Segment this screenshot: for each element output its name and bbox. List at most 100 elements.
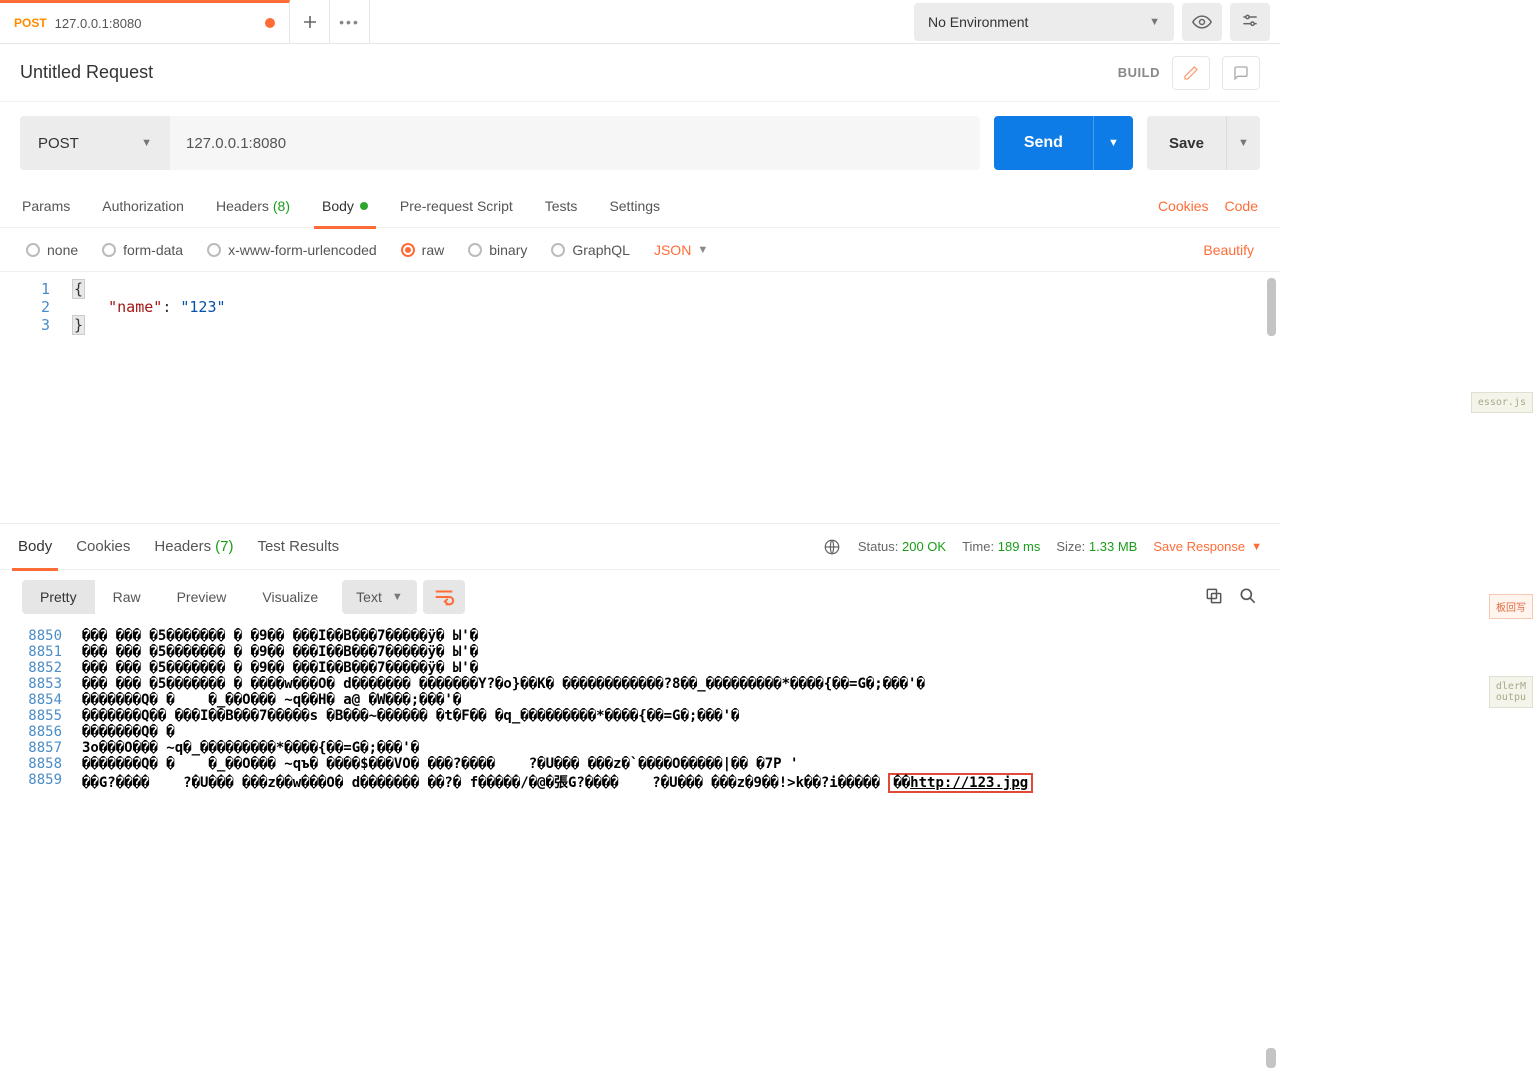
comments-button[interactable] xyxy=(1222,56,1260,90)
globe-icon xyxy=(823,538,841,556)
tab-title: 127.0.0.1:8080 xyxy=(55,16,142,31)
radio-icon xyxy=(102,243,116,257)
bodytype-binary[interactable]: binary xyxy=(468,242,527,258)
save-label: Save xyxy=(1147,135,1226,152)
request-body-editor[interactable]: 1 { 2 "name": "123" 3 } xyxy=(0,272,1280,524)
environment-select[interactable]: No Environment ▼ xyxy=(914,3,1174,41)
bodytype-graphql[interactable]: GraphQL xyxy=(551,242,630,258)
response-scrollbar[interactable] xyxy=(1266,1048,1276,1068)
bodytype-none[interactable]: none xyxy=(26,242,78,258)
headers-label: Headers xyxy=(216,198,269,214)
cookies-link[interactable]: Cookies xyxy=(1158,198,1209,214)
save-response-button[interactable]: Save Response ▼ xyxy=(1153,539,1262,554)
save-dropdown[interactable]: ▼ xyxy=(1226,116,1260,170)
bodytype-raw-label: raw xyxy=(422,242,445,258)
settings-button[interactable] xyxy=(1230,3,1270,41)
bodytype-graphql-label: GraphQL xyxy=(572,242,630,258)
editor-line: "name": "123" xyxy=(72,298,226,316)
save-response-label: Save Response xyxy=(1153,539,1245,554)
bodytype-urlenc-label: x-www-form-urlencoded xyxy=(228,242,377,258)
resp-headers-count: (7) xyxy=(215,538,233,555)
gutter-line: 8854 xyxy=(0,692,82,708)
sliders-icon xyxy=(1240,12,1260,32)
chevron-down-icon: ▼ xyxy=(392,591,403,603)
response-toolbar: Pretty Raw Preview Visualize Text ▼ xyxy=(0,570,1280,624)
radio-icon xyxy=(401,243,415,257)
edit-button[interactable] xyxy=(1172,56,1210,90)
raw-format-select[interactable]: JSON ▼ xyxy=(654,242,708,258)
chevron-down-icon: ▼ xyxy=(697,244,708,256)
response-line: ��� ��� �5������� � �9�� ���I��B���7����… xyxy=(82,628,478,644)
tabs-overflow-button[interactable]: ••• xyxy=(330,0,370,44)
ellipsis-icon: ••• xyxy=(339,14,360,30)
request-title[interactable]: Untitled Request xyxy=(20,62,153,83)
side-panel-fragment: dlerM outpu xyxy=(1489,676,1533,708)
url-row: POST ▼ 127.0.0.1:8080 Send ▼ Save ▼ xyxy=(0,102,1280,184)
chevron-down-icon: ▼ xyxy=(141,137,152,149)
gutter-line: 8857 xyxy=(0,740,82,756)
gutter-line: 8855 xyxy=(0,708,82,724)
gutter-line: 8851 xyxy=(0,644,82,660)
environment-label: No Environment xyxy=(928,14,1028,30)
environment-quicklook-button[interactable] xyxy=(1182,3,1222,41)
beautify-button[interactable]: Beautify xyxy=(1203,242,1254,258)
radio-icon xyxy=(26,243,40,257)
title-row: Untitled Request BUILD xyxy=(0,44,1280,102)
request-tab[interactable]: POST 127.0.0.1:8080 xyxy=(0,0,290,44)
bodytype-raw[interactable]: raw xyxy=(401,242,445,258)
bodytype-binary-label: binary xyxy=(489,242,527,258)
tab-tests[interactable]: Tests xyxy=(545,184,578,228)
raw-format-label: JSON xyxy=(654,242,691,258)
resp-tab-body[interactable]: Body xyxy=(18,524,52,570)
side-panel-fragment: essor.js xyxy=(1471,392,1533,413)
unsaved-dot-icon xyxy=(265,18,275,28)
tab-method: POST xyxy=(14,16,47,30)
url-input[interactable]: 127.0.0.1:8080 xyxy=(170,116,980,170)
view-pretty[interactable]: Pretty xyxy=(22,580,95,614)
resp-headers-label: Headers xyxy=(154,538,211,555)
tab-headers[interactable]: Headers (8) xyxy=(216,184,290,228)
tabs-row: POST 127.0.0.1:8080 ••• No Environment ▼ xyxy=(0,0,1280,44)
tab-prerequest-script[interactable]: Pre-request Script xyxy=(400,184,513,228)
tab-body[interactable]: Body xyxy=(322,184,368,228)
send-button[interactable]: Send ▼ xyxy=(994,116,1133,170)
body-indicator-icon xyxy=(360,202,368,210)
new-tab-button[interactable] xyxy=(290,0,330,44)
send-dropdown[interactable]: ▼ xyxy=(1093,116,1133,170)
tab-params[interactable]: Params xyxy=(22,184,70,228)
code-link[interactable]: Code xyxy=(1225,198,1258,214)
search-response-button[interactable] xyxy=(1238,586,1258,609)
resp-tab-headers[interactable]: Headers (7) xyxy=(154,524,233,570)
method-select[interactable]: POST ▼ xyxy=(20,116,170,170)
view-visualize[interactable]: Visualize xyxy=(244,580,336,614)
body-label: Body xyxy=(322,198,354,214)
bodytype-urlencoded[interactable]: x-www-form-urlencoded xyxy=(207,242,377,258)
eye-icon xyxy=(1192,12,1212,32)
response-format-select[interactable]: Text ▼ xyxy=(342,580,417,614)
comment-icon xyxy=(1233,65,1249,81)
network-info-button[interactable] xyxy=(822,537,842,557)
save-button[interactable]: Save ▼ xyxy=(1147,116,1260,170)
bodytype-form-data[interactable]: form-data xyxy=(102,242,183,258)
response-line: �������Q� � xyxy=(82,724,175,740)
resp-tab-tests[interactable]: Test Results xyxy=(257,524,339,570)
view-preview[interactable]: Preview xyxy=(159,580,245,614)
time-label: Time: 189 ms xyxy=(962,539,1040,554)
copy-response-button[interactable] xyxy=(1204,586,1224,609)
wrap-lines-button[interactable] xyxy=(423,580,465,614)
editor-scrollbar[interactable] xyxy=(1267,278,1276,336)
view-raw[interactable]: Raw xyxy=(95,580,159,614)
response-format-label: Text xyxy=(356,589,382,605)
resp-tab-cookies[interactable]: Cookies xyxy=(76,524,130,570)
tab-authorization[interactable]: Authorization xyxy=(102,184,184,228)
side-panel-fragment: 板回写 xyxy=(1489,594,1533,619)
tab-settings[interactable]: Settings xyxy=(609,184,660,228)
bodytype-none-label: none xyxy=(47,242,78,258)
gutter-line: 8859 xyxy=(0,772,82,793)
radio-icon xyxy=(468,243,482,257)
bodytype-formdata-label: form-data xyxy=(123,242,183,258)
response-body[interactable]: 8850��� ��� �5������� � �9�� ���I��B���7… xyxy=(0,624,1280,803)
gutter-line: 8856 xyxy=(0,724,82,740)
copy-icon xyxy=(1204,586,1224,606)
response-line: �������Q� � �_��O��� ~q��H� a@ �W���;���… xyxy=(82,692,461,708)
